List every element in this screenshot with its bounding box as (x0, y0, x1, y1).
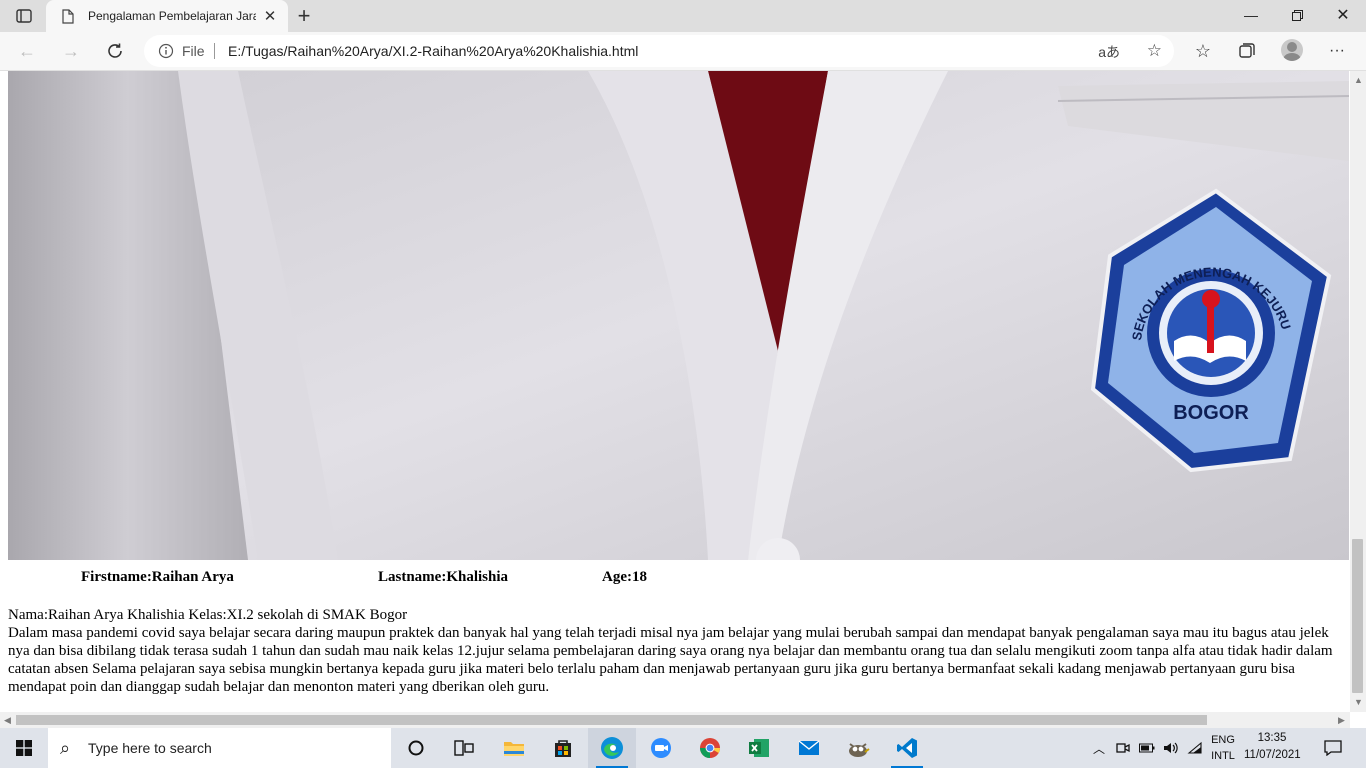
collections-button[interactable] (1232, 36, 1262, 66)
horizontal-scroll-thumb[interactable] (16, 715, 1207, 725)
story-paragraph: Dalam masa pandemi covid saya belajar se… (8, 625, 1333, 695)
task-view-button[interactable] (440, 728, 488, 768)
forward-button[interactable]: → (56, 36, 86, 66)
cortana-icon (408, 740, 424, 756)
new-tab-button[interactable]: + (292, 3, 316, 28)
tab-strip: Pengalaman Pembelajaran Jarak ✕ + — ✕ (0, 0, 1366, 32)
search-placeholder: Type here to search (88, 740, 212, 756)
taskbar-chrome[interactable] (686, 728, 734, 768)
restore-icon (1291, 9, 1303, 21)
file-explorer-icon (504, 742, 524, 756)
tab-actions-icon (16, 9, 32, 23)
chrome-icon (699, 738, 721, 759)
clock-time: 13:35 (1257, 732, 1287, 744)
mail-icon (798, 740, 820, 755)
address-prefix: File (182, 43, 205, 59)
taskbar-vscode[interactable] (883, 728, 931, 768)
language-primary: ENG (1211, 734, 1235, 746)
gimp-icon (849, 743, 870, 757)
taskbar-excel[interactable] (735, 728, 783, 768)
tray-network[interactable] (1186, 728, 1204, 768)
url-text[interactable]: E:/Tugas/Raihan%20Arya/XI.2-Raihan%20Ary… (228, 43, 638, 59)
read-aloud-icon[interactable]: aあ (1098, 42, 1120, 62)
taskbar-clock[interactable]: 13:35 11/07/2021 (1244, 730, 1301, 764)
scroll-left-icon[interactable]: ◀ (4, 715, 11, 726)
taskbar-file-explorer[interactable] (490, 728, 538, 768)
close-tab-icon[interactable]: ✕ (260, 6, 280, 26)
scroll-up-icon[interactable]: ▲ (1354, 75, 1363, 85)
taskbar-zoom[interactable] (637, 728, 685, 768)
horizontal-scrollbar[interactable]: ◀ ▶ (0, 712, 1350, 728)
back-button[interactable]: ← (12, 36, 42, 66)
student-info-row: Firstname:Raihan Arya Lastname:Khalishia… (0, 569, 1340, 587)
firstname-text: Firstname:Raihan Arya (81, 569, 234, 585)
article-body: Nama:Raihan Arya Khalishia Kelas:XI.2 se… (8, 606, 1340, 696)
task-view-icon (454, 740, 474, 756)
scroll-right-icon[interactable]: ▶ (1338, 715, 1345, 726)
taskbar-mail[interactable] (785, 728, 833, 768)
clock-date: 11/07/2021 (1244, 749, 1301, 761)
tray-overflow-button[interactable]: ︿ (1090, 728, 1108, 768)
collections-icon (1239, 43, 1255, 58)
add-favorite-icon[interactable]: ☆ (1147, 41, 1162, 61)
taskbar-search-box[interactable]: ⌕ Type here to search (48, 728, 391, 768)
age-text: Age:18 (602, 569, 647, 585)
identity-line: Nama:Raihan Arya Khalishia Kelas:XI.2 se… (8, 607, 408, 623)
notification-icon (1324, 740, 1342, 756)
settings-menu-button[interactable]: ··· (1322, 36, 1352, 66)
tray-volume[interactable] (1162, 728, 1180, 768)
address-bar[interactable]: File E:/Tugas/Raihan%20Arya/XI.2-Raihan%… (144, 35, 1174, 67)
svg-text:BOGOR: BOGOR (1173, 402, 1249, 424)
windows-taskbar: ⌕ Type here to search ︿ ENG INTL 13:35 1… (0, 728, 1366, 768)
minimize-button[interactable]: — (1228, 0, 1274, 30)
favorites-button[interactable]: ☆ (1188, 36, 1218, 66)
address-divider (214, 43, 215, 59)
cortana-button[interactable] (392, 728, 440, 768)
battery-icon (1139, 743, 1155, 753)
volume-icon (1164, 742, 1178, 754)
info-icon[interactable] (158, 43, 174, 59)
restore-button[interactable] (1274, 0, 1320, 30)
vertical-scroll-thumb[interactable] (1352, 539, 1363, 693)
refresh-button[interactable] (100, 36, 130, 66)
edge-icon (601, 737, 623, 759)
tray-battery[interactable] (1138, 728, 1156, 768)
vscode-icon (897, 738, 917, 758)
tray-meet-now[interactable] (1114, 728, 1132, 768)
document-icon (60, 8, 76, 24)
action-center-button[interactable] (1318, 728, 1348, 768)
excel-icon (749, 739, 769, 757)
wifi-icon (1187, 741, 1202, 754)
chevron-up-icon: ︿ (1092, 741, 1105, 756)
close-window-button[interactable]: ✕ (1320, 0, 1366, 30)
search-icon: ⌕ (60, 738, 71, 758)
meet-now-icon (1116, 743, 1130, 753)
taskbar-edge[interactable] (588, 728, 636, 768)
uniform-photo: BOGOR SEKOLAH MENENGAH KEJURUAN-SMAK (8, 71, 1349, 560)
language-secondary: INTL (1211, 750, 1235, 762)
store-icon (555, 740, 571, 757)
more-icon: ··· (1329, 42, 1345, 59)
browser-toolbar: ← → File E:/Tugas/Raihan%20Arya/XI.2-Rai… (0, 32, 1366, 71)
favorites-icon: ☆ (1194, 40, 1212, 61)
taskbar-gimp[interactable] (834, 728, 882, 768)
refresh-icon (108, 43, 122, 58)
start-button[interactable] (0, 728, 48, 768)
scroll-down-icon[interactable]: ▼ (1354, 697, 1363, 707)
lastname-text: Lastname:Khalishia (378, 569, 509, 585)
tray-language[interactable]: ENG INTL (1208, 728, 1238, 768)
page-viewport: BOGOR SEKOLAH MENENGAH KEJURUAN-SMAK Fir… (0, 71, 1350, 712)
profile-avatar[interactable] (1281, 39, 1303, 61)
tab-actions-button[interactable] (8, 5, 40, 27)
uniform-photo-graphic: BOGOR SEKOLAH MENENGAH KEJURUAN-SMAK (8, 71, 1349, 560)
tab-title: Pengalaman Pembelajaran Jarak (88, 9, 256, 23)
browser-tab[interactable]: Pengalaman Pembelajaran Jarak ✕ (46, 0, 288, 32)
windows-logo-icon (16, 740, 32, 756)
vertical-scrollbar[interactable]: ▲ ▼ (1350, 71, 1366, 712)
taskbar-store[interactable] (539, 728, 587, 768)
zoom-icon (651, 738, 671, 758)
